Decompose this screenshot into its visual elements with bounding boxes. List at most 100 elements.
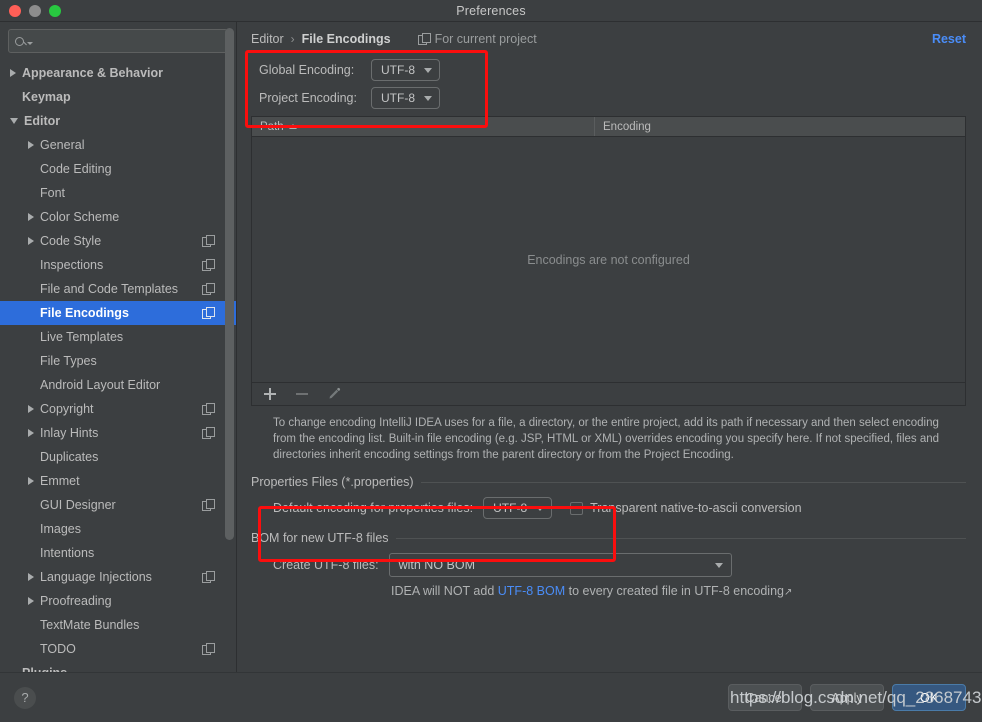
table-body[interactable]: Encodings are not configured	[252, 137, 965, 382]
column-header-encoding[interactable]: Encoding	[595, 117, 965, 136]
sidebar-item-textmate-bundles[interactable]: TextMate Bundles	[0, 613, 236, 637]
project-scope-icon	[202, 259, 214, 271]
project-scope-icon	[202, 499, 214, 511]
sidebar-item-code-style[interactable]: Code Style	[0, 229, 236, 253]
dialog-footer: ? Cancel Apply OK	[0, 672, 982, 722]
chevron-right-icon[interactable]	[28, 477, 34, 485]
settings-content: Editor › File Encodings For current proj…	[237, 22, 982, 672]
sidebar-item-color-scheme[interactable]: Color Scheme	[0, 205, 236, 229]
chevron-right-icon[interactable]	[28, 429, 34, 437]
transparent-conversion-checkbox-row[interactable]: Transparent native-to-ascii conversion	[570, 501, 801, 515]
sidebar-item-copyright[interactable]: Copyright	[0, 397, 236, 421]
sidebar-item-images[interactable]: Images	[0, 517, 236, 541]
sidebar-item-file-and-code-templates[interactable]: File and Code Templates	[0, 277, 236, 301]
sidebar-item-general[interactable]: General	[0, 133, 236, 157]
sidebar-item-label: Appearance & Behavior	[22, 66, 214, 80]
breadcrumb-parent[interactable]: Editor	[251, 32, 284, 46]
settings-tree: Appearance & Behavior Keymap EditorGeneral…	[0, 59, 236, 672]
chevron-right-icon[interactable]	[28, 573, 34, 581]
sidebar-item-proofreading[interactable]: Proofreading	[0, 589, 236, 613]
bom-group-title: BOM for new UTF-8 files	[251, 531, 389, 545]
default-properties-encoding-dropdown[interactable]: UTF-8	[483, 497, 552, 519]
sidebar-item-todo[interactable]: TODO	[0, 637, 236, 661]
sidebar-scrollbar-thumb[interactable]	[225, 28, 234, 540]
chevron-right-icon[interactable]	[28, 597, 34, 605]
scope-indicator: For current project	[412, 32, 537, 46]
sidebar-item-label: TextMate Bundles	[40, 618, 214, 632]
breadcrumb-current: File Encodings	[302, 32, 391, 46]
sidebar-item-emmet[interactable]: Emmet	[0, 469, 236, 493]
sidebar-item-language-injections[interactable]: Language Injections	[0, 565, 236, 589]
chevron-down-icon	[424, 68, 432, 73]
sidebar-item-intentions[interactable]: Intentions	[0, 541, 236, 565]
apply-button[interactable]: Apply	[810, 684, 884, 711]
sidebar-item-label: Android Layout Editor	[40, 378, 214, 392]
sidebar-item-live-templates[interactable]: Live Templates	[0, 325, 236, 349]
chevron-right-icon[interactable]	[28, 405, 34, 413]
search-icon	[15, 37, 24, 46]
sidebar-item-label: Emmet	[40, 474, 214, 488]
external-link-icon: ↗	[784, 587, 792, 598]
add-icon[interactable]	[263, 387, 277, 401]
sidebar-item-appearance-behavior[interactable]: Appearance & Behavior	[0, 61, 236, 85]
chevron-right-icon[interactable]	[28, 141, 34, 149]
properties-group-body: Default encoding for properties files: U…	[251, 489, 966, 519]
sidebar-item-gui-designer[interactable]: GUI Designer	[0, 493, 236, 517]
column-header-path[interactable]: Path	[252, 117, 595, 136]
bom-note-link[interactable]: UTF-8 BOM	[498, 584, 565, 598]
sidebar-item-inlay-hints[interactable]: Inlay Hints	[0, 421, 236, 445]
bom-group-title-row: BOM for new UTF-8 files	[251, 531, 966, 545]
global-encoding-dropdown[interactable]: UTF-8	[371, 59, 440, 81]
chevron-down-icon[interactable]	[10, 118, 18, 124]
breadcrumb-separator: ›	[291, 32, 295, 46]
chevron-right-icon[interactable]	[28, 213, 34, 221]
sidebar-item-label: Live Templates	[40, 330, 214, 344]
default-encoding-label: Default encoding for properties files:	[273, 501, 473, 515]
transparent-conversion-checkbox[interactable]	[570, 502, 583, 515]
sidebar-item-file-encodings[interactable]: File Encodings	[0, 301, 236, 325]
transparent-conversion-label: Transparent native-to-ascii conversion	[590, 501, 801, 515]
sidebar-item-editor[interactable]: Editor	[0, 109, 236, 133]
sidebar-item-inspections[interactable]: Inspections	[0, 253, 236, 277]
column-header-path-label: Path	[260, 121, 284, 133]
properties-files-group: Properties Files (*.properties) Default …	[251, 475, 966, 519]
table-header: Path Encoding	[252, 117, 965, 137]
help-button[interactable]: ?	[14, 687, 36, 709]
bom-note: IDEA will NOT add UTF-8 BOM to every cre…	[251, 577, 966, 598]
sidebar-item-label: Inspections	[40, 258, 196, 272]
chevron-right-icon[interactable]	[10, 69, 16, 77]
sidebar-item-duplicates[interactable]: Duplicates	[0, 445, 236, 469]
reset-link[interactable]: Reset	[932, 32, 966, 46]
sidebar-item-label: TODO	[40, 642, 196, 656]
sidebar-item-keymap[interactable]: Keymap	[0, 85, 236, 109]
sidebar-item-android-layout-editor[interactable]: Android Layout Editor	[0, 373, 236, 397]
project-scope-icon	[202, 235, 214, 247]
sidebar-item-label: GUI Designer	[40, 498, 196, 512]
bom-group-body: Create UTF-8 files: with NO BOM	[251, 545, 966, 577]
sidebar-item-label: Keymap	[22, 90, 214, 104]
sidebar-item-plugins[interactable]: Plugins	[0, 661, 236, 672]
sidebar-item-font[interactable]: Font	[0, 181, 236, 205]
search-box[interactable]	[8, 29, 228, 53]
sidebar-item-file-types[interactable]: File Types	[0, 349, 236, 373]
create-utf8-files-dropdown[interactable]: with NO BOM	[389, 553, 732, 577]
sidebar-item-label: Intentions	[40, 546, 214, 560]
project-scope-icon	[202, 283, 214, 295]
sidebar-item-code-editing[interactable]: Code Editing	[0, 157, 236, 181]
project-scope-icon	[202, 403, 214, 415]
project-scope-icon	[202, 643, 214, 655]
chevron-down-icon	[715, 563, 723, 568]
chevron-right-icon[interactable]	[28, 237, 34, 245]
bom-note-prefix: IDEA will NOT add	[391, 584, 498, 598]
search-input[interactable]	[36, 33, 221, 49]
settings-sidebar: Appearance & Behavior Keymap EditorGeneral…	[0, 22, 237, 672]
sidebar-item-label: File and Code Templates	[40, 282, 196, 296]
ok-button[interactable]: OK	[892, 684, 966, 711]
sidebar-scrollbar[interactable]	[225, 28, 234, 576]
sidebar-item-label: Images	[40, 522, 214, 536]
project-encoding-dropdown[interactable]: UTF-8	[371, 87, 440, 109]
sidebar-item-label: Copyright	[40, 402, 196, 416]
default-properties-encoding-value: UTF-8	[493, 501, 527, 515]
cancel-button[interactable]: Cancel	[728, 684, 802, 711]
sidebar-item-label: Inlay Hints	[40, 426, 196, 440]
